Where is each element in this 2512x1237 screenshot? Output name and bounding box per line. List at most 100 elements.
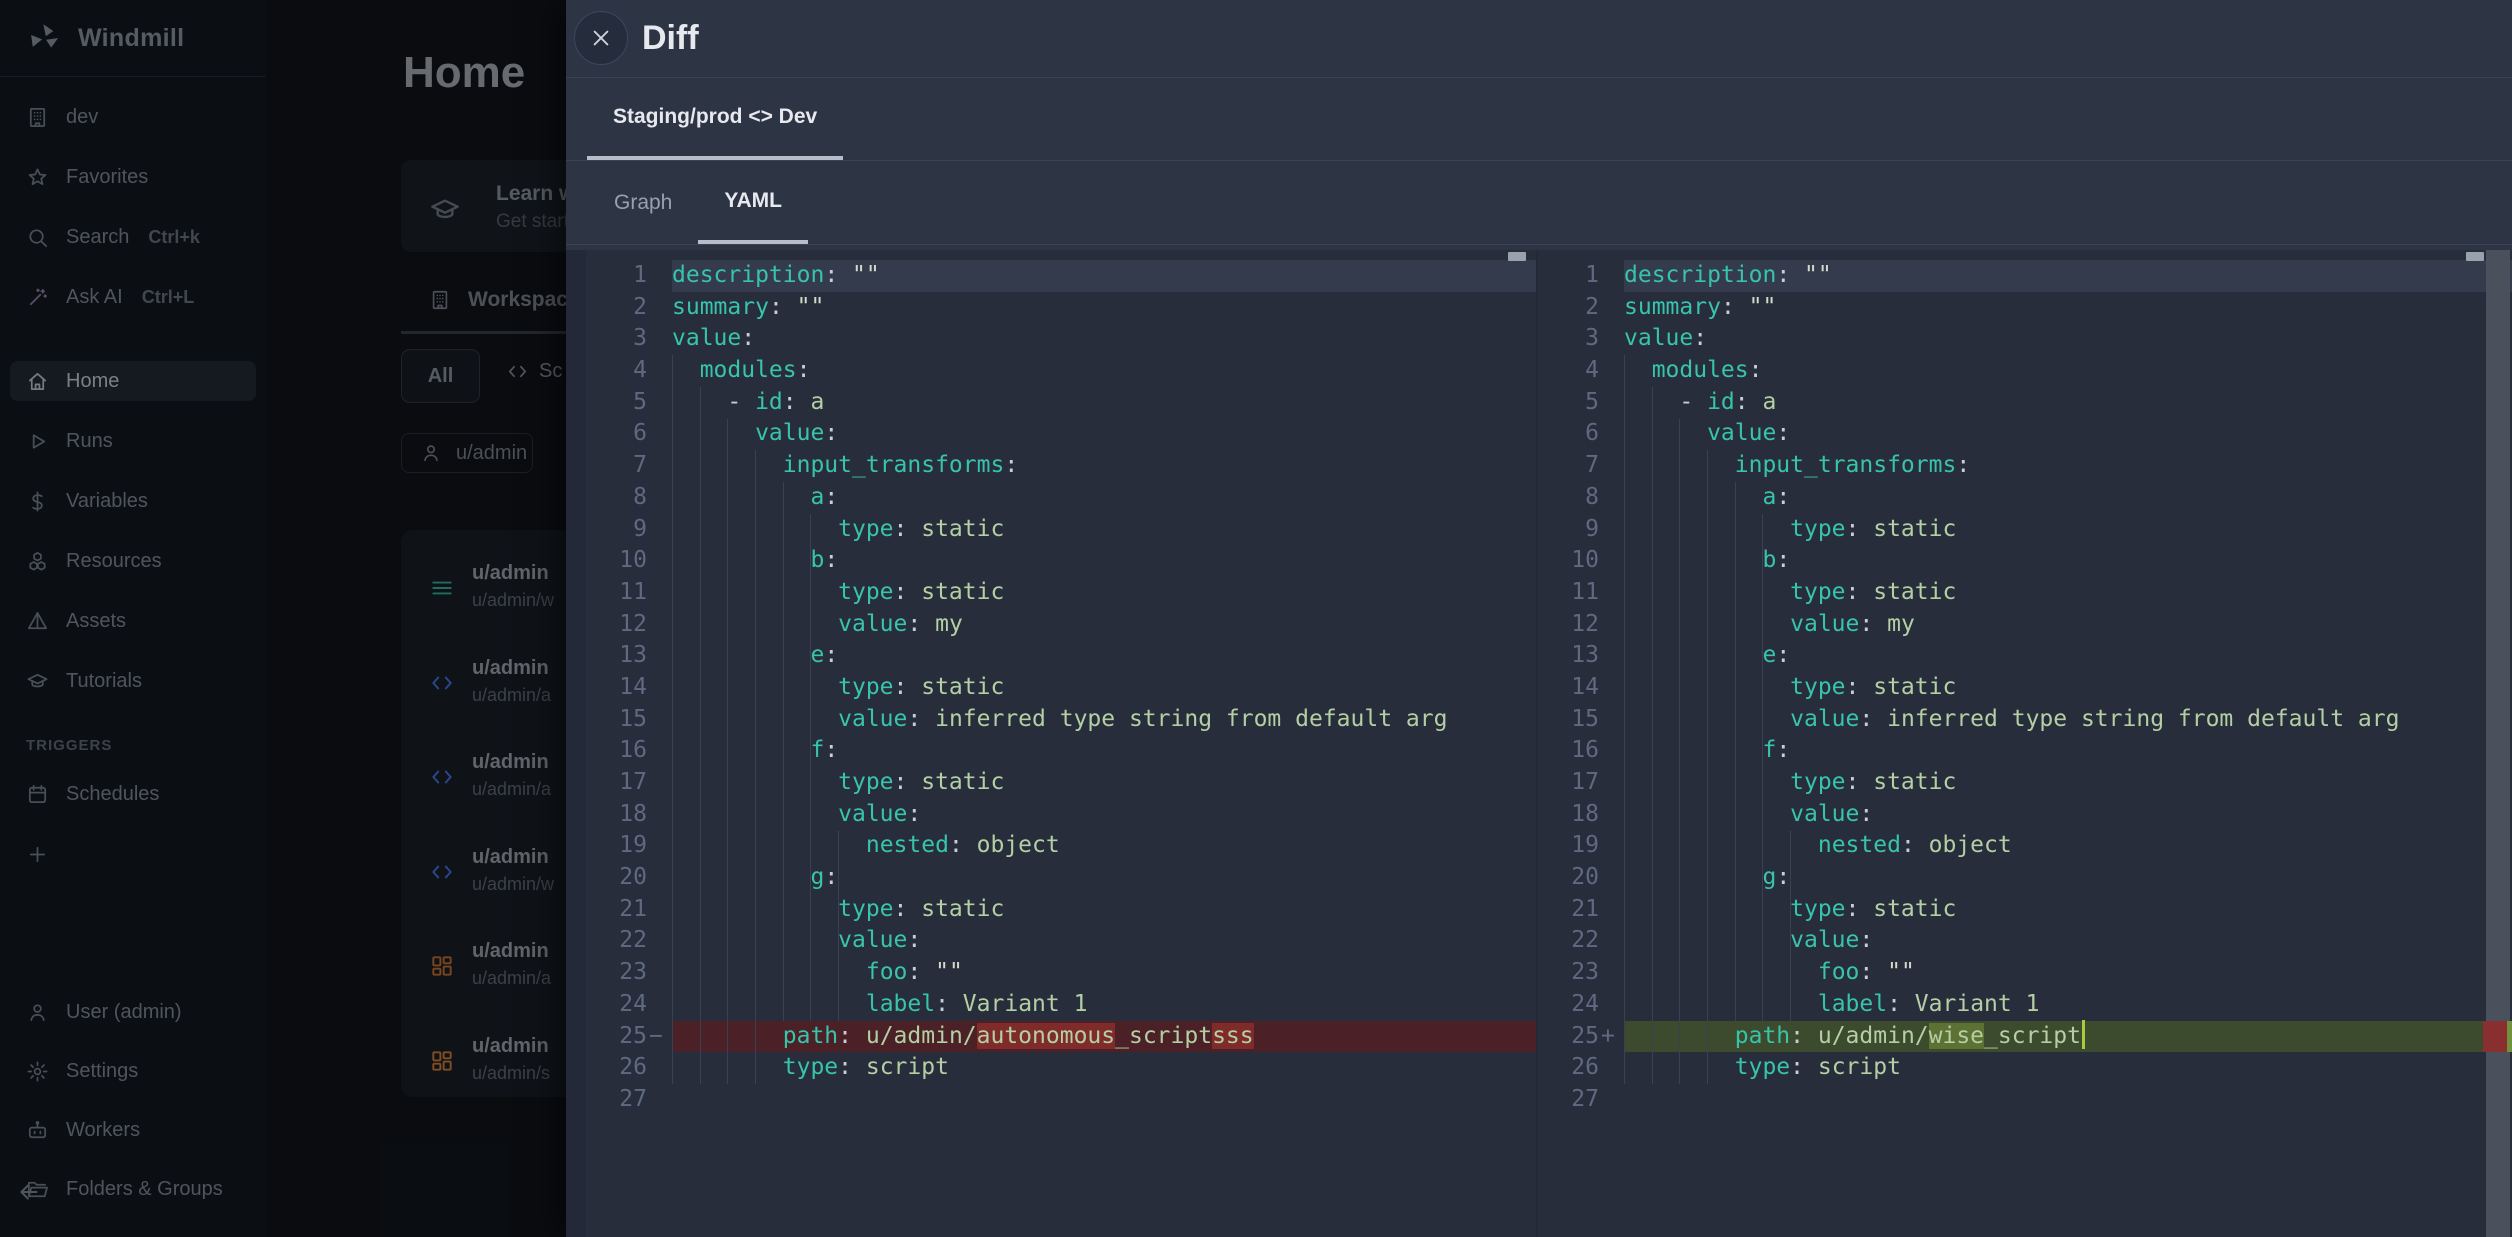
code-line-15: 15value: inferred type string from defau…	[1538, 704, 2512, 736]
tab-staging-prod-dev[interactable]: Staging/prod <> Dev	[587, 78, 843, 160]
line-number: 12	[586, 609, 647, 641]
code-line-13: 13e:	[586, 640, 1536, 672]
editor-scrollbar-slider[interactable]	[2466, 252, 2484, 261]
diff-sign: −	[649, 1021, 671, 1053]
code-line-14: 14type: static	[586, 672, 1536, 704]
drawer-header: Diff	[566, 0, 2512, 78]
code-line-18: 18value:	[586, 799, 1536, 831]
line-number: 20	[1538, 862, 1599, 894]
close-button[interactable]	[574, 11, 628, 65]
code-line-9: 9type: static	[1538, 514, 2512, 546]
line-number: 25	[586, 1021, 647, 1053]
code-line-18: 18value:	[1538, 799, 2512, 831]
line-number: 5	[586, 387, 647, 419]
line-number: 22	[586, 925, 647, 957]
code-line-15: 15value: inferred type string from defau…	[586, 704, 1536, 736]
diff-editors: 1description: ""2summary: ""3value:4modu…	[566, 250, 2512, 1237]
line-number: 21	[586, 894, 647, 926]
code-line-3: 3value:	[586, 323, 1536, 355]
code-line-16: 16f:	[586, 735, 1536, 767]
line-number: 2	[586, 292, 647, 324]
line-number: 9	[586, 514, 647, 546]
code-line-2: 2summary: ""	[1538, 292, 2512, 324]
line-number: 1	[1538, 260, 1599, 292]
line-number: 15	[586, 704, 647, 736]
code-line-5: 5- id: a	[586, 387, 1536, 419]
line-number: 3	[586, 323, 647, 355]
line-number: 7	[1538, 450, 1599, 482]
tab-graph[interactable]: Graph	[588, 161, 698, 244]
diff-drawer: Diff Staging/prod <> Dev Graph YAML 1des…	[566, 0, 2512, 1237]
code-line-23: 23foo: ""	[1538, 957, 2512, 989]
code-line-25: 25−path: u/admin/autonomous_scriptsss	[586, 1021, 1536, 1053]
code-line-5: 5- id: a	[1538, 387, 2512, 419]
code-line-9: 9type: static	[586, 514, 1536, 546]
diff-pane-original[interactable]: 1description: ""2summary: ""3value:4modu…	[586, 250, 1536, 1237]
code-line-12: 12value: my	[1538, 609, 2512, 641]
line-number: 21	[1538, 894, 1599, 926]
line-number: 20	[586, 862, 647, 894]
line-number: 19	[1538, 830, 1599, 862]
line-number: 7	[586, 450, 647, 482]
line-number: 16	[586, 735, 647, 767]
modal-backdrop[interactable]	[0, 0, 566, 1237]
code-line-26: 26type: script	[1538, 1052, 2512, 1084]
line-number: 6	[586, 418, 647, 450]
line-number: 16	[1538, 735, 1599, 767]
code-line-10: 10b:	[1538, 545, 2512, 577]
line-number: 27	[586, 1084, 647, 1116]
line-number: 12	[1538, 609, 1599, 641]
line-number: 4	[586, 355, 647, 387]
line-number: 13	[1538, 640, 1599, 672]
line-number: 24	[1538, 989, 1599, 1021]
code-line-8: 8a:	[1538, 482, 2512, 514]
code-line-19: 19nested: object	[586, 830, 1536, 862]
line-number: 9	[1538, 514, 1599, 546]
line-number: 2	[1538, 292, 1599, 324]
line-number: 19	[586, 830, 647, 862]
line-number: 22	[1538, 925, 1599, 957]
code-line-22: 22value:	[1538, 925, 2512, 957]
code-line-4: 4modules:	[1538, 355, 2512, 387]
view-tabs-row: Graph YAML	[566, 161, 2512, 245]
tab-yaml[interactable]: YAML	[698, 161, 808, 244]
code-line-19: 19nested: object	[1538, 830, 2512, 862]
line-number: 26	[1538, 1052, 1599, 1084]
line-number: 23	[586, 957, 647, 989]
line-number: 5	[1538, 387, 1599, 419]
line-number: 14	[1538, 672, 1599, 704]
diff-sign: +	[1601, 1021, 1623, 1053]
line-number: 24	[586, 989, 647, 1021]
overview-ruler-deleted-mark	[2483, 1021, 2507, 1053]
editor-scrollbar-slider[interactable]	[1508, 252, 1526, 261]
code-line-22: 22value:	[586, 925, 1536, 957]
line-number: 10	[1538, 545, 1599, 577]
code-line-14: 14type: static	[1538, 672, 2512, 704]
line-number: 26	[586, 1052, 647, 1084]
code-line-26: 26type: script	[586, 1052, 1536, 1084]
code-line-20: 20g:	[1538, 862, 2512, 894]
line-number: 1	[586, 260, 647, 292]
code-line-6: 6value:	[586, 418, 1536, 450]
code-line-20: 20g:	[586, 862, 1536, 894]
code-line-27: 27	[1538, 1084, 2512, 1116]
drawer-title: Diff	[642, 0, 699, 78]
line-number: 17	[1538, 767, 1599, 799]
code-line-27: 27	[586, 1084, 1536, 1116]
code-line-24: 24label: Variant 1	[586, 989, 1536, 1021]
line-number: 8	[1538, 482, 1599, 514]
line-number: 6	[1538, 418, 1599, 450]
line-number: 14	[586, 672, 647, 704]
line-number: 15	[1538, 704, 1599, 736]
text-cursor	[2082, 1020, 2085, 1049]
code-line-3: 3value:	[1538, 323, 2512, 355]
code-line-16: 16f:	[1538, 735, 2512, 767]
code-line-7: 7input_transforms:	[1538, 450, 2512, 482]
drawer-scrollbar[interactable]	[2486, 250, 2510, 1237]
diff-pane-modified[interactable]: 1description: ""2summary: ""3value:4modu…	[1538, 250, 2512, 1237]
line-number: 8	[586, 482, 647, 514]
code-line-25: 25+path: u/admin/wise_script	[1538, 1021, 2512, 1053]
code-line-8: 8a:	[586, 482, 1536, 514]
code-line-17: 17type: static	[1538, 767, 2512, 799]
overview-ruler-inserted-mark	[2507, 1021, 2512, 1053]
